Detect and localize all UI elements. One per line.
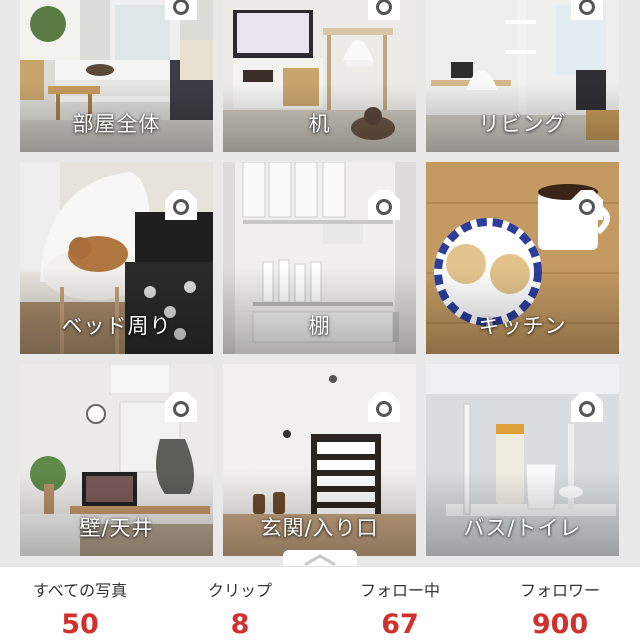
tile-wall-ceiling[interactable]: 壁/天井 — [20, 364, 213, 556]
tile-label: 部屋全体 — [72, 112, 161, 136]
tile-shelf[interactable]: 棚 — [223, 162, 416, 354]
camera-icon[interactable] — [364, 388, 404, 426]
camera-icon[interactable] — [567, 186, 607, 224]
stat-followers[interactable]: フォロワー 900 — [480, 567, 640, 641]
stat-clips[interactable]: クリップ 8 — [160, 567, 320, 641]
tile-label: 壁/天井 — [79, 516, 154, 540]
tile-label: バス/トイレ — [463, 516, 582, 540]
stat-count: 67 — [381, 609, 419, 640]
tile-label: 棚 — [308, 314, 331, 338]
stat-all-photos[interactable]: すべての写真 50 — [0, 567, 160, 641]
camera-icon[interactable] — [161, 388, 201, 426]
tile-label: 玄関/入り口 — [260, 516, 379, 540]
stat-count: 8 — [230, 609, 250, 640]
tile-bedside[interactable]: ベッド周り — [20, 162, 213, 354]
profile-stats-bar: すべての写真 50 クリップ 8 フォロー中 67 フォロワー 900 — [0, 566, 640, 641]
stat-count: 50 — [61, 609, 99, 640]
camera-icon[interactable] — [567, 388, 607, 426]
tile-label: 机 — [308, 112, 331, 136]
tile-kitchen[interactable]: キッチン — [426, 162, 619, 354]
tile-entrance[interactable]: 玄関/入り口 — [223, 364, 416, 556]
stat-count: 900 — [531, 609, 589, 640]
camera-icon[interactable] — [364, 186, 404, 224]
stat-title: フォロワー — [519, 581, 600, 600]
tile-label: キッチン — [478, 314, 567, 338]
camera-icon[interactable] — [364, 0, 404, 24]
tile-bath-toilet[interactable]: バス/トイレ — [426, 364, 619, 556]
tile-living[interactable]: リビング — [426, 0, 619, 152]
camera-icon[interactable] — [161, 186, 201, 224]
tile-label: リビング — [478, 112, 567, 136]
tile-whole-room[interactable]: 部屋全体 — [20, 0, 213, 152]
room-category-grid: 部屋全体 机 リビング ベッド周り 棚 キッチン 壁/天井 玄関/入り口 バス/… — [0, 0, 640, 560]
stat-following[interactable]: フォロー中 67 — [320, 567, 480, 641]
camera-icon[interactable] — [567, 0, 607, 24]
stat-title: すべての写真 — [32, 581, 128, 600]
tile-desk[interactable]: 机 — [223, 0, 416, 152]
camera-icon[interactable] — [161, 0, 201, 24]
stat-title: フォロー中 — [359, 581, 440, 600]
tile-label: ベッド周り — [61, 314, 172, 338]
stat-title: クリップ — [207, 581, 272, 600]
